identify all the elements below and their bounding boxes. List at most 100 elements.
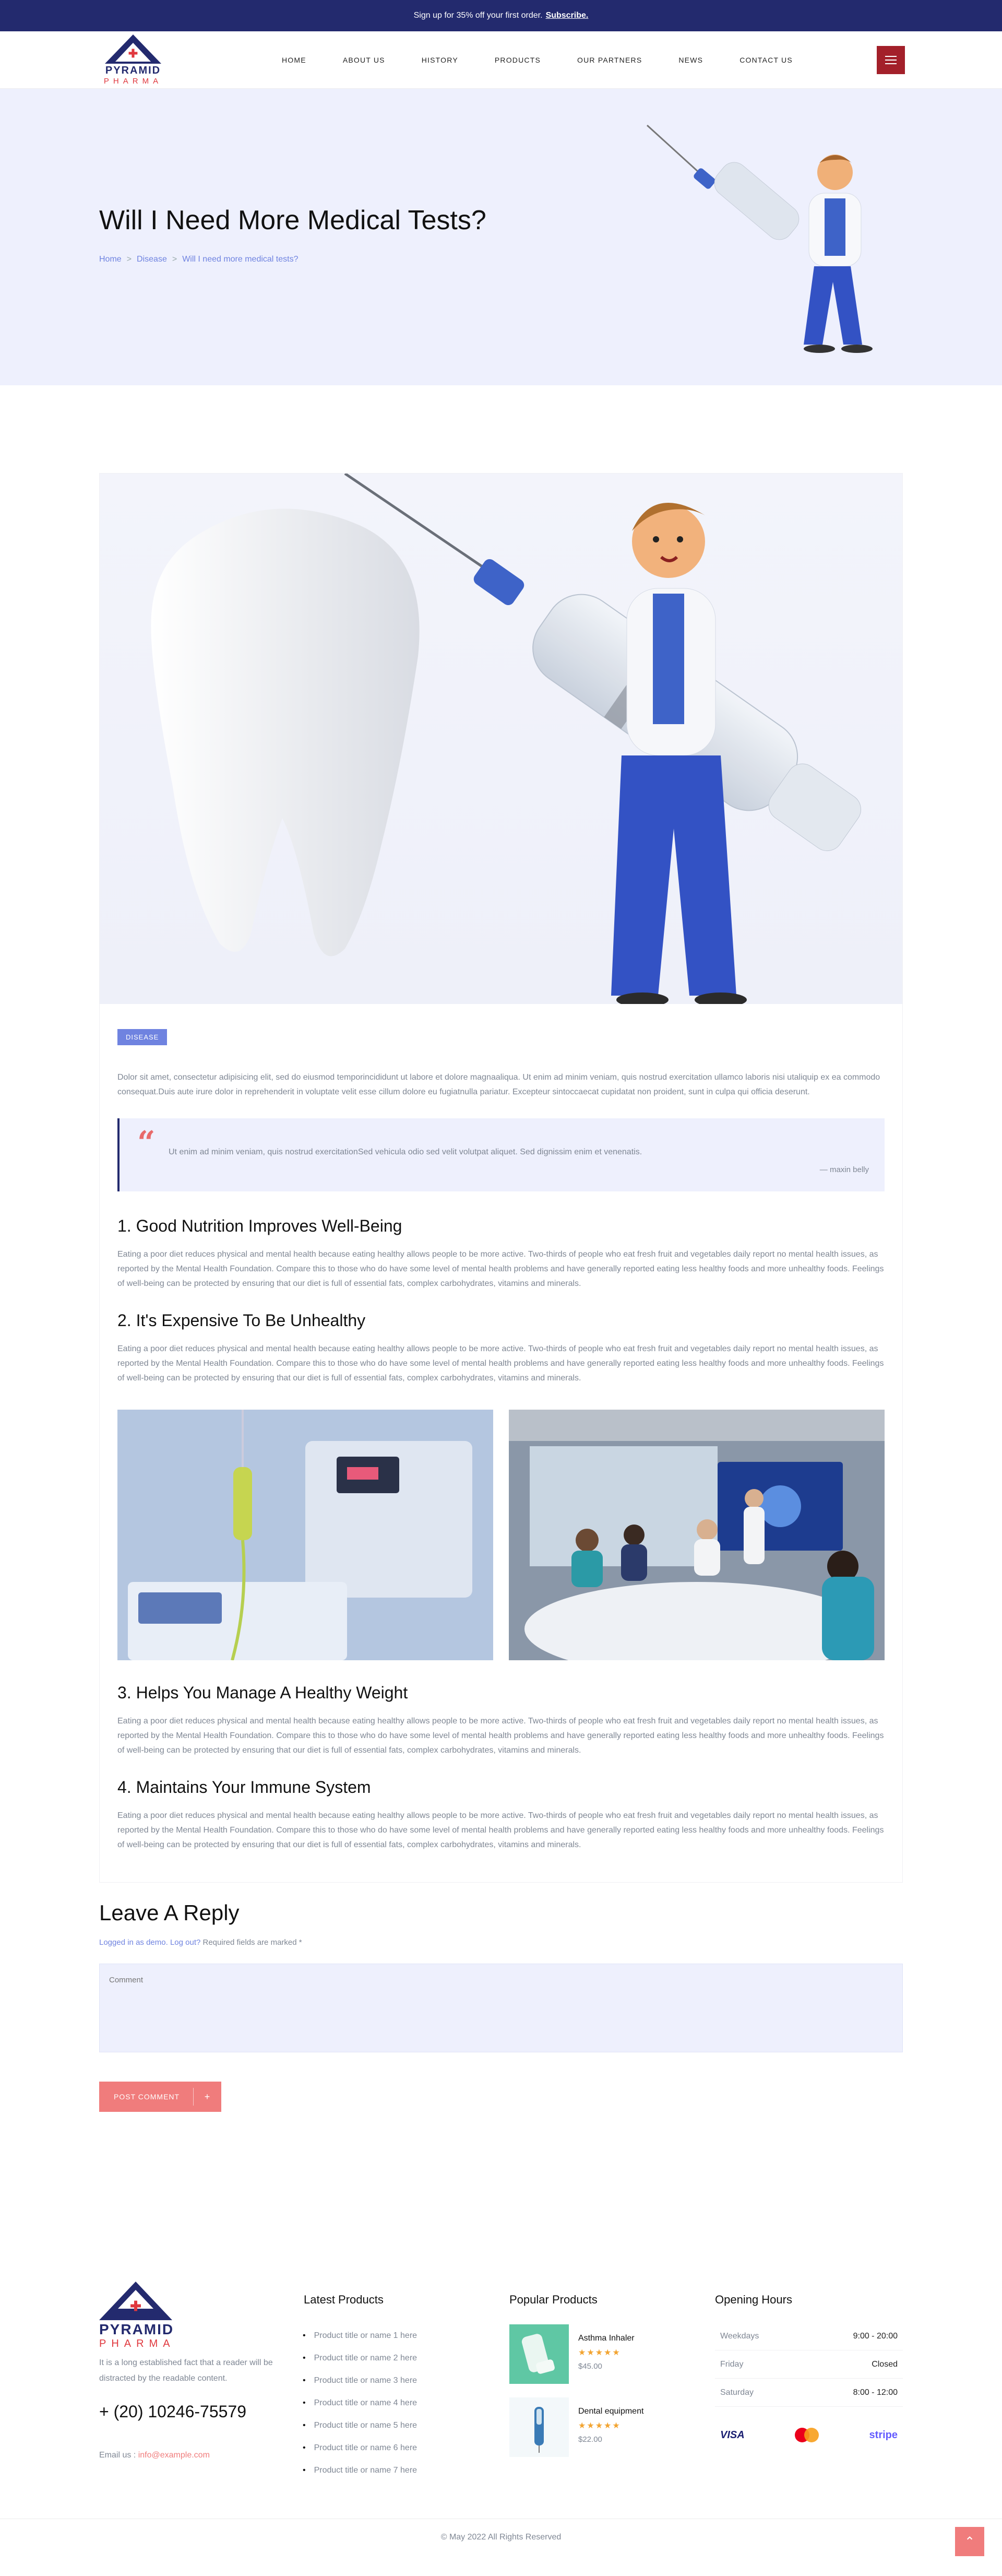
- footer-about: ✚ PYRAMID PHARMA It is a long establishe…: [99, 2261, 287, 2460]
- section-heading: 3. Helps You Manage A Healthy Weight: [117, 1683, 408, 1702]
- brand-logo[interactable]: ✚ PYRAMID PHARMA: [99, 34, 167, 86]
- hours-time: Closed: [872, 2359, 898, 2369]
- latest-products-title: Latest Products: [304, 2293, 384, 2306]
- footer-about-text: It is a long established fact that a rea…: [99, 2358, 273, 2383]
- section-heading: 4. Maintains Your Immune System: [117, 1778, 371, 1797]
- meeting-room-illustration: [509, 1410, 885, 1660]
- popular-product[interactable]: Dental equipment ★★★★★ $22.00: [509, 2397, 697, 2457]
- main-nav: HOME ABOUT US HISTORY PRODUCTS OUR PARTN…: [282, 56, 829, 64]
- brand-subname: PHARMA: [103, 76, 163, 86]
- nav-about-us[interactable]: ABOUT US: [343, 56, 385, 64]
- breadcrumb-current: Will I need more medical tests?: [182, 255, 299, 264]
- nav-our-partners[interactable]: OUR PARTNERS: [577, 56, 642, 64]
- section-paragraph: Eating a poor diet reduces physical and …: [117, 1717, 884, 1755]
- post-comment-label: POST COMMENT: [114, 2093, 180, 2101]
- breadcrumb-separator-icon: >: [172, 255, 177, 264]
- quote-author: — maxin belly: [819, 1165, 869, 1174]
- product-info: Asthma Inhaler ★★★★★ $45.00: [578, 2324, 635, 2384]
- category-tag[interactable]: DISEASE: [117, 1029, 168, 1045]
- reply-title: Leave A Reply: [99, 1900, 240, 1925]
- footer-phone[interactable]: + (20) 10246-75579: [99, 2402, 287, 2421]
- stripe-icon: stripe: [869, 2429, 898, 2441]
- article-body: DISEASE Dolor sit amet, consectetur adip…: [100, 1004, 902, 1852]
- popular-products-title: Popular Products: [509, 2293, 598, 2306]
- tooth-syringe-illustration: [151, 474, 861, 1004]
- latest-product-link[interactable]: Product title or name 3 here: [304, 2369, 481, 2392]
- hours-row: Friday Closed: [715, 2350, 903, 2379]
- footer-latest-products: Latest Products Product title or name 1 …: [304, 2261, 481, 2482]
- copyright-bar: © May 2022 All Rights Reserved: [0, 2519, 1002, 2555]
- quote-icon: “: [137, 1125, 156, 1161]
- footer-popular-products: Popular Products Asthma Inhaler ★★★★★ $4…: [509, 2261, 697, 2457]
- footer-opening-hours: Opening Hours Weekdays 9:00 - 20:00 Frid…: [715, 2261, 903, 2442]
- quote-text: Ut enim ad minim veniam, quis nostrud ex…: [169, 1148, 642, 1156]
- latest-product-link[interactable]: Product title or name 5 here: [304, 2414, 481, 2437]
- hours-day: Weekdays: [720, 2331, 759, 2341]
- breadcrumb-disease[interactable]: Disease: [137, 255, 167, 264]
- plus-icon: +: [193, 2088, 221, 2106]
- menu-line: [885, 63, 897, 64]
- latest-product-link[interactable]: Product title or name 4 here: [304, 2392, 481, 2414]
- email-link[interactable]: info@example.com: [138, 2451, 210, 2460]
- opening-hours-title: Opening Hours: [715, 2293, 792, 2306]
- section-paragraph: Eating a poor diet reduces physical and …: [117, 1250, 884, 1288]
- product-price: $45.00: [578, 2362, 602, 2371]
- meeting-room-image: [509, 1410, 885, 1660]
- comment-box: [99, 1964, 903, 2052]
- logout-link[interactable]: Log out?: [170, 1938, 200, 1947]
- product-name[interactable]: Asthma Inhaler: [578, 2334, 635, 2343]
- menu-line: [885, 56, 897, 57]
- section-heading: 2. It's Expensive To Be Unhealthy: [117, 1311, 366, 1330]
- featured-image: [100, 474, 902, 1004]
- comment-textarea[interactable]: [100, 1964, 902, 2052]
- product-name[interactable]: Dental equipment: [578, 2407, 643, 2416]
- hamburger-menu-button[interactable]: [877, 46, 905, 74]
- iv-drip-illustration: [117, 1410, 493, 1660]
- blockquote: “ Ut enim ad minim veniam, quis nostrud …: [117, 1118, 885, 1191]
- nav-home[interactable]: HOME: [282, 56, 306, 64]
- footer-logo[interactable]: ✚ PYRAMID PHARMA: [99, 2261, 193, 2350]
- footer-brand-subname: PHARMA: [99, 2338, 175, 2349]
- hours-table: Weekdays 9:00 - 20:00 Friday Closed Satu…: [715, 2322, 903, 2407]
- latest-product-link[interactable]: Product title or name 7 here: [304, 2459, 481, 2482]
- iv-drip-image: [117, 1410, 493, 1660]
- latest-product-link[interactable]: Product title or name 6 here: [304, 2437, 481, 2459]
- intro-paragraph: Dolor sit amet, consectetur adipisicing …: [117, 1073, 880, 1096]
- hours-row: Saturday 8:00 - 12:00: [715, 2379, 903, 2407]
- login-status: Logged in as demo. Log out? Required fie…: [99, 1938, 903, 1947]
- post-comment-button[interactable]: POST COMMENT +: [99, 2082, 221, 2112]
- product-info: Dental equipment ★★★★★ $22.00: [578, 2397, 643, 2457]
- required-note: Required fields are marked *: [202, 1938, 302, 1947]
- latest-products-list: Product title or name 1 here Product tit…: [304, 2324, 481, 2482]
- section-paragraph: Eating a poor diet reduces physical and …: [117, 1811, 884, 1849]
- breadcrumb-home[interactable]: Home: [99, 255, 122, 264]
- reply-section: Leave A Reply Logged in as demo. Log out…: [99, 1900, 903, 2112]
- latest-product-link[interactable]: Product title or name 2 here: [304, 2347, 481, 2369]
- promo-bar: Sign up for 35% off your first order. Su…: [0, 0, 1002, 31]
- latest-product-link[interactable]: Product title or name 1 here: [304, 2324, 481, 2347]
- brand-name: PYRAMID: [105, 64, 161, 76]
- nav-contact-us[interactable]: CONTACT US: [739, 56, 793, 64]
- subscribe-link[interactable]: Subscribe.: [546, 11, 589, 20]
- inhaler-thumbnail: [509, 2324, 569, 2384]
- section-heading: 1. Good Nutrition Improves Well-Being: [117, 1216, 402, 1235]
- promo-text: Sign up for 35% off your first order.: [413, 11, 543, 20]
- site-header: ✚ PYRAMID PHARMA HOME ABOUT US HISTORY P…: [0, 31, 1002, 89]
- popular-product[interactable]: Asthma Inhaler ★★★★★ $45.00: [509, 2324, 697, 2384]
- menu-line: [885, 60, 897, 61]
- nav-history[interactable]: HISTORY: [422, 56, 458, 64]
- visa-icon: VISA: [720, 2429, 745, 2441]
- page-hero: Will I Need More Medical Tests? Home > Dis…: [0, 89, 1002, 385]
- site-footer: ✚ PYRAMID PHARMA It is a long establishe…: [0, 2261, 1002, 2522]
- email-label: Email us :: [99, 2451, 136, 2460]
- breadcrumb: Home > Disease > Will I need more medical te…: [99, 255, 299, 264]
- page-title: Will I Need More Medical Tests?: [99, 205, 486, 235]
- doctor-syringe-illustration: [646, 124, 873, 353]
- logged-in-link[interactable]: Logged in as demo.: [99, 1938, 168, 1947]
- nav-products[interactable]: PRODUCTS: [495, 56, 541, 64]
- hours-time: 8:00 - 12:00: [853, 2388, 898, 2397]
- nav-news[interactable]: NEWS: [678, 56, 703, 64]
- footer-brand-name: PYRAMID: [99, 2321, 174, 2337]
- cross-icon: ✚: [128, 46, 138, 60]
- scroll-to-top-button[interactable]: ⌃: [955, 2527, 984, 2556]
